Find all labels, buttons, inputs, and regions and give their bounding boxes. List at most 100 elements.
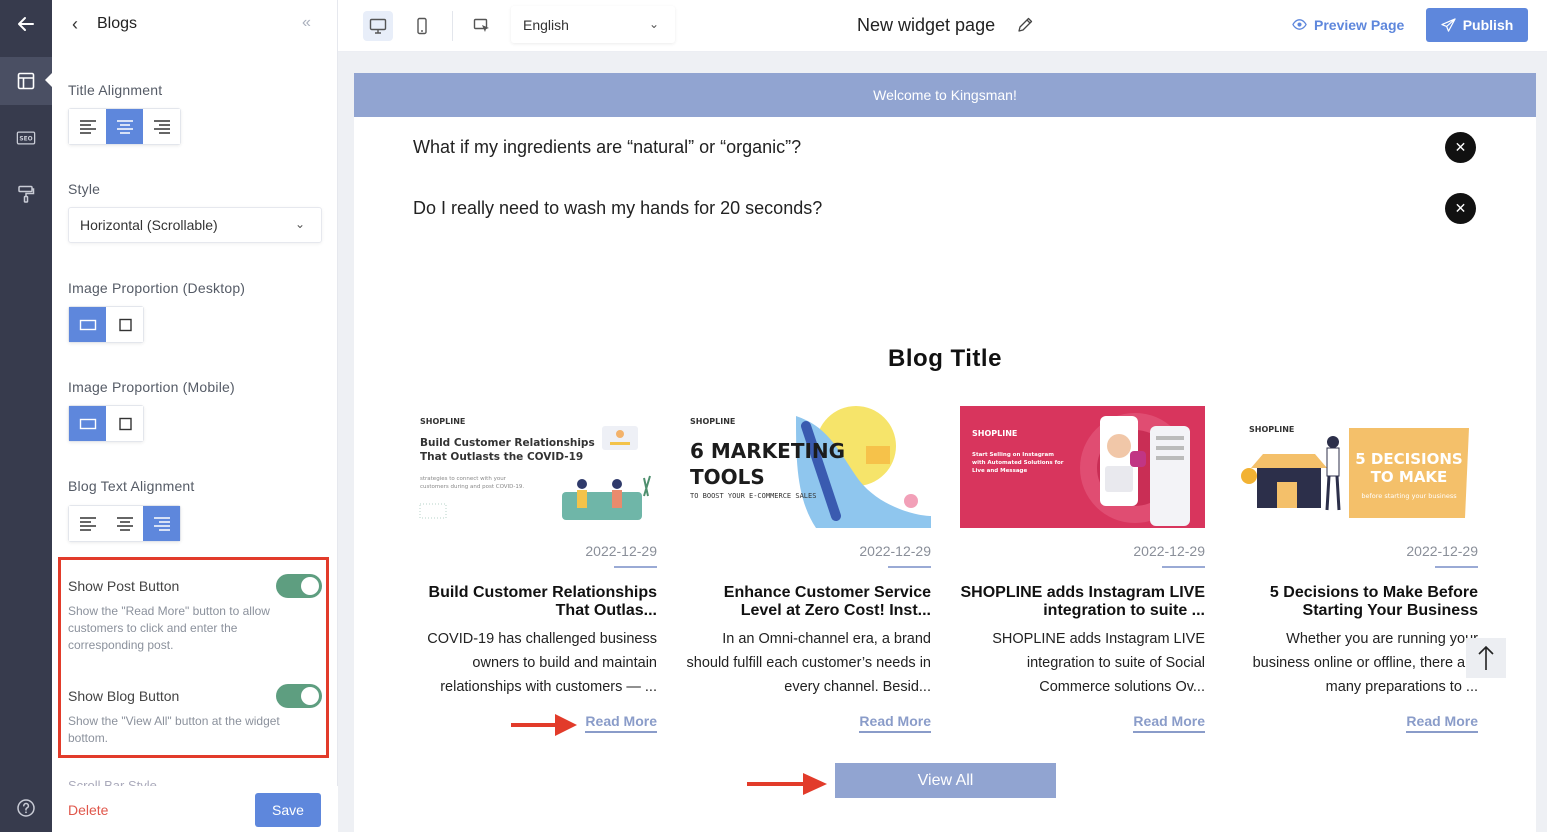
mobile-view-button[interactable] — [407, 11, 437, 41]
blog-title[interactable]: 5 Decisions to Make Before Starting Your… — [1233, 584, 1478, 620]
show-post-button-label: Show Post Button — [68, 578, 180, 594]
desktop-landscape-button[interactable] — [69, 307, 106, 342]
announcement-banner: Welcome to Kingsman! — [354, 73, 1536, 117]
blog-card-image[interactable]: SHOPLINE Build Customer Relationships Th… — [412, 406, 657, 528]
align-right-icon — [153, 516, 170, 531]
desktop-view-button[interactable] — [363, 11, 393, 41]
blog-excerpt: In an Omni-channel era, a brand should f… — [686, 631, 932, 695]
blog-section-title: Blog Title — [888, 345, 1002, 372]
blog-date: 2022-12-29 — [859, 543, 931, 559]
text-align-right-button[interactable] — [143, 506, 180, 541]
mobile-square-button[interactable] — [106, 406, 143, 441]
layout-icon — [17, 72, 35, 90]
blog-card[interactable]: SHOPLINE Build Customer Relationships Th… — [412, 406, 657, 733]
image-sub-text: before starting your business — [1361, 492, 1457, 500]
publish-label: Publish — [1462, 17, 1514, 33]
chevron-down-icon: ⌄ — [294, 217, 305, 231]
select-element-button[interactable] — [467, 11, 497, 41]
toggle-knob — [301, 577, 319, 595]
send-icon — [1441, 17, 1456, 32]
paint-roller-icon — [18, 185, 35, 203]
site-preview: Welcome to Kingsman! What if my ingredie… — [354, 73, 1536, 832]
image-proportion-desktop-label: Image Proportion (Desktop) — [68, 280, 246, 296]
blog-illustration-4: SHOPLINE 5 DECISIONS TO MAKE before star… — [1233, 406, 1478, 528]
show-blog-button-toggle[interactable] — [276, 684, 322, 708]
toolbar-divider — [452, 11, 453, 41]
read-more-link[interactable]: Read More — [585, 713, 657, 733]
text-align-left-button[interactable] — [69, 506, 106, 541]
title-align-right-button[interactable] — [143, 109, 180, 144]
date-divider — [614, 566, 657, 568]
align-center-icon — [116, 119, 133, 134]
seo-nav-button[interactable]: SEO — [0, 114, 52, 162]
active-indicator — [45, 73, 52, 87]
image-heading-text-3: Live and Message — [972, 468, 1027, 474]
panel-title: Blogs — [97, 15, 138, 32]
blog-date: 2022-12-29 — [1406, 543, 1478, 559]
blog-card-image[interactable]: SHOPLINE 5 DECISIONS TO MAKE before star… — [1233, 406, 1478, 528]
blog-card-image[interactable]: SHOPLINE Start Selling on Instagram with… — [960, 406, 1205, 528]
desktop-square-button[interactable] — [106, 307, 143, 342]
theme-nav-button[interactable] — [0, 170, 52, 218]
title-align-left-button[interactable] — [69, 109, 106, 144]
square-ratio-icon — [118, 318, 132, 331]
preview-page-button[interactable]: Preview Page — [1290, 8, 1414, 41]
toggle-knob — [301, 687, 319, 705]
blog-text-alignment-group — [68, 505, 181, 542]
close-icon[interactable]: ✕ — [1445, 132, 1476, 163]
date-divider — [1435, 566, 1478, 568]
style-select-value: Horizontal (Scrollable) — [80, 217, 218, 233]
save-button[interactable]: Save — [255, 793, 321, 827]
chevron-left-icon[interactable]: ‹ — [72, 14, 86, 34]
collapse-icon[interactable]: « — [302, 14, 311, 32]
landscape-ratio-icon — [79, 418, 96, 429]
style-label: Style — [68, 181, 101, 197]
blog-title[interactable]: Build Customer Relationships That Outlas… — [412, 584, 657, 620]
arrow-up-icon — [1478, 645, 1494, 670]
view-all-button[interactable]: View All — [835, 763, 1056, 798]
blog-card[interactable]: SHOPLINE 6 MARKETING TOOLS TO BOOST YOUR… — [686, 406, 931, 733]
page-name: New widget page — [857, 15, 996, 35]
read-more-link[interactable]: Read More — [1406, 713, 1478, 733]
pencil-icon[interactable] — [1016, 16, 1034, 34]
title-align-center-button[interactable] — [106, 109, 143, 144]
editor-topbar: English ⌄ New widget page Preview Page P… — [338, 0, 1547, 52]
read-more-link[interactable]: Read More — [859, 713, 931, 733]
show-post-button-toggle[interactable] — [276, 574, 322, 598]
image-brand-text: SHOPLINE — [1249, 425, 1294, 434]
delete-button[interactable]: Delete — [68, 802, 108, 818]
mobile-landscape-button[interactable] — [69, 406, 106, 441]
faq-question[interactable]: What if my ingredients are “natural” or … — [413, 137, 801, 158]
desktop-icon — [369, 18, 387, 34]
date-divider — [1162, 566, 1205, 568]
blog-card-image[interactable]: SHOPLINE 6 MARKETING TOOLS TO BOOST YOUR… — [686, 406, 931, 528]
back-button[interactable] — [0, 0, 52, 48]
blog-card[interactable]: SHOPLINE Start Selling on Instagram with… — [960, 406, 1205, 733]
preview-page-label: Preview Page — [1314, 16, 1405, 33]
close-icon[interactable]: ✕ — [1445, 193, 1476, 224]
blog-excerpt: COVID-19 has challenged business owners … — [427, 631, 657, 695]
annotation-arrow-view-all — [747, 773, 827, 795]
publish-button[interactable]: Publish — [1426, 8, 1528, 42]
title-alignment-label: Title Alignment — [68, 82, 163, 98]
blog-title[interactable]: SHOPLINE adds Instagram LIVE integration… — [960, 584, 1206, 620]
blog-illustration-3: SHOPLINE Start Selling on Instagram with… — [960, 406, 1205, 528]
image-heading-text-2: TOOLS — [690, 465, 765, 489]
blog-card[interactable]: SHOPLINE 5 DECISIONS TO MAKE before star… — [1233, 406, 1478, 733]
read-more-link[interactable]: Read More — [1133, 713, 1205, 733]
mobile-icon — [417, 17, 427, 35]
scroll-to-top-button[interactable] — [1466, 638, 1506, 678]
faq-question[interactable]: Do I really need to wash my hands for 20… — [413, 198, 822, 219]
image-heading-text: 5 DECISIONS — [1355, 450, 1462, 468]
help-button[interactable] — [0, 784, 52, 832]
style-select[interactable]: Horizontal (Scrollable) ⌄ — [68, 207, 322, 243]
show-post-button-description: Show the "Read More" button to allow cus… — [68, 604, 270, 652]
cursor-select-icon — [473, 18, 489, 32]
align-center-icon — [116, 516, 133, 531]
text-align-center-button[interactable] — [106, 506, 143, 541]
language-select[interactable]: English ⌄ — [511, 6, 675, 43]
show-blog-button-label: Show Blog Button — [68, 688, 180, 704]
blog-title[interactable]: Enhance Customer Service Level at Zero C… — [686, 584, 931, 620]
date-divider — [888, 566, 931, 568]
panel-footer: Delete Save — [52, 786, 338, 832]
